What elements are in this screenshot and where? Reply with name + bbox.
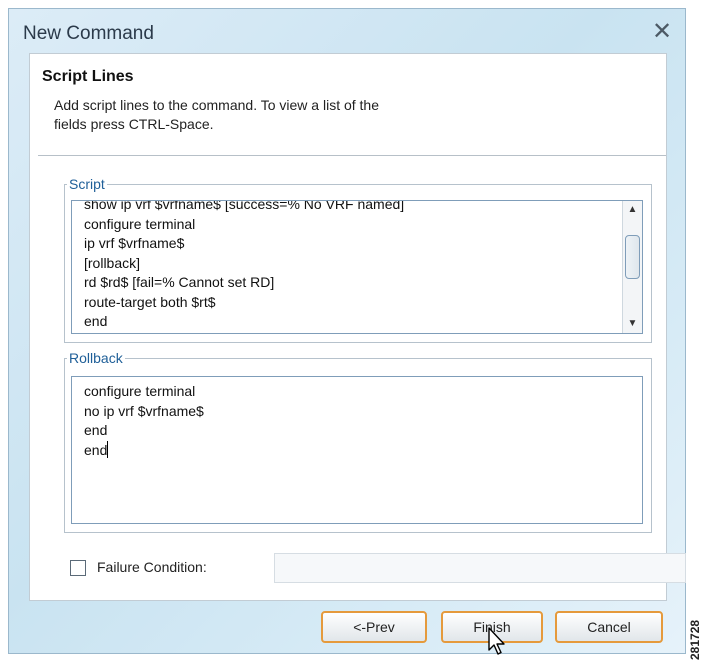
cancel-button[interactable]: Cancel	[555, 611, 663, 643]
rollback-line: configure terminal	[84, 383, 196, 399]
rollback-line-last: end	[84, 440, 204, 461]
script-line: rd $rd$ [fail=% Cannot set RD]	[84, 274, 275, 290]
dialog-title: New Command	[23, 23, 154, 44]
failure-condition-input[interactable]	[274, 553, 686, 583]
script-line: end	[84, 313, 108, 329]
title-bar: New Command ✕	[9, 9, 685, 53]
prev-button[interactable]: <-Prev	[321, 611, 427, 643]
script-line: route-target both $rt$	[84, 293, 216, 310]
rollback-line-text: end	[84, 441, 108, 458]
rollback-line: end	[84, 422, 108, 438]
script-line: [rollback]	[84, 254, 141, 271]
new-command-dialog: New Command ✕ Script Lines Add script li…	[8, 8, 686, 654]
section-heading: Script Lines	[42, 68, 134, 85]
failure-condition-label: Failure Condition:	[97, 559, 207, 575]
rollback-lines: configure terminal no ip vrf $vrfname$ e…	[84, 382, 204, 460]
separator	[38, 155, 666, 156]
rollback-legend: Rollback	[69, 350, 123, 366]
script-legend: Script	[69, 176, 105, 192]
failure-condition-checkbox[interactable]	[70, 560, 86, 576]
script-group: Script show ip vrf $vrfname$ [success=% …	[64, 176, 652, 343]
text-caret	[107, 440, 109, 458]
script-line: show ip vrf $vrfname$ [success=% No VRF …	[84, 200, 405, 212]
rollback-line: no ip vrf $vrfname$	[84, 402, 204, 419]
section-description: Add script lines to the command. To view…	[54, 97, 380, 132]
script-line: ip vrf $vrfname$	[84, 235, 185, 251]
scroll-down-arrow-icon[interactable]: ▼	[623, 315, 642, 333]
script-line: configure terminal	[84, 215, 196, 232]
script-lines: show ip vrf $vrfname$ [success=% No VRF …	[84, 200, 616, 332]
script-textarea[interactable]: show ip vrf $vrfname$ [success=% No VRF …	[71, 200, 643, 334]
content-panel: Script Lines Add script lines to the com…	[29, 53, 686, 601]
figure-id: 281728	[688, 619, 702, 660]
scroll-up-arrow-icon[interactable]: ▲	[623, 201, 642, 219]
mouse-pointer-icon	[488, 627, 505, 655]
rollback-textarea[interactable]: configure terminal no ip vrf $vrfname$ e…	[71, 376, 643, 524]
script-scrollbar[interactable]: ▲ ▼	[622, 201, 642, 333]
close-icon[interactable]: ✕	[649, 19, 675, 45]
scroll-thumb[interactable]	[625, 235, 640, 279]
rollback-group: Rollback configure terminal no ip vrf $v…	[64, 350, 652, 533]
